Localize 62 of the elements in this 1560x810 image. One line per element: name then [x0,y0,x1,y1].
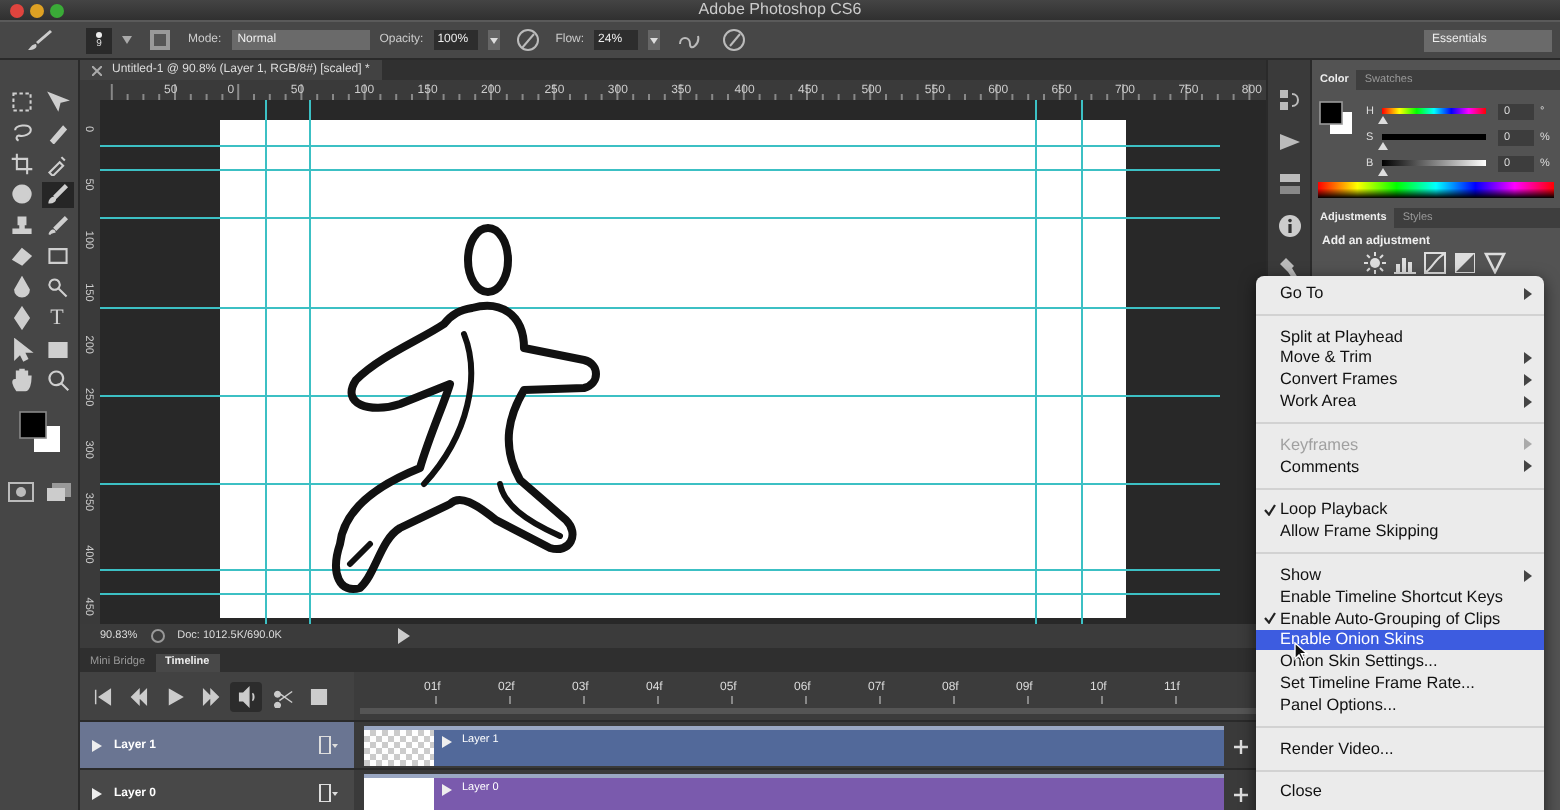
menu-item[interactable]: Comments [1256,455,1544,478]
quick-mask-icon[interactable] [7,482,33,502]
menu-item[interactable]: Work Area [1256,390,1544,412]
pressure-size-icon[interactable] [722,28,747,52]
document-canvas[interactable] [100,100,1266,624]
caret-icon[interactable] [487,30,500,50]
expand-icon[interactable] [442,784,452,796]
share-icon[interactable] [149,628,166,644]
menu-item[interactable]: Enable Timeline Shortcut Keys [1256,585,1544,608]
color-swatches-icon[interactable] [1318,100,1354,136]
film-strip-icon[interactable] [318,784,338,802]
menu-item[interactable]: Onion Skin Settings... [1256,650,1544,673]
menu-item[interactable]: Show [1256,564,1544,586]
submenu-arrow-icon [1524,287,1532,299]
film-strip-icon[interactable] [318,736,338,754]
slider-thumb[interactable] [1378,168,1388,176]
expand-icon[interactable] [92,787,102,799]
info-icon[interactable] [1277,214,1301,238]
checkmark-icon [1264,504,1276,517]
menu-item[interactable]: Convert Frames [1256,368,1544,391]
brush-icon[interactable] [22,28,58,52]
type-tool[interactable]: T [41,305,73,332]
menu-item[interactable]: Render Video... [1256,737,1544,760]
menu-item[interactable]: Split at Playhead [1256,325,1544,348]
play-icon[interactable] [1277,130,1301,154]
histogram-icon[interactable] [1394,252,1416,274]
curves-icon[interactable] [1424,252,1446,274]
checkmark-icon [1264,612,1276,625]
screen-mode-icon[interactable] [45,482,71,502]
tool-presets-icon[interactable] [1277,256,1301,280]
close-window-icon[interactable] [10,3,24,17]
caret-icon[interactable] [648,30,661,50]
brush-presets-icon[interactable] [1277,172,1301,196]
color-spectrum[interactable] [1318,182,1554,198]
close-icon[interactable] [92,65,102,75]
exposure-icon[interactable] [1454,252,1476,274]
speaker-icon[interactable] [230,681,262,711]
zoom-window-icon[interactable] [50,3,64,17]
slider-thumb[interactable] [1378,116,1388,124]
history-icon[interactable] [1277,88,1301,112]
color-swatches-icon[interactable] [17,410,61,454]
minimize-window-icon[interactable] [30,3,44,17]
window-title: Adobe Photoshop CS6 [698,0,862,20]
menu-item[interactable]: Allow Frame Skipping [1256,520,1544,543]
brush-panel-icon[interactable] [148,28,172,52]
menu-item[interactable]: Enable Auto-Grouping of Clips [1256,607,1544,630]
play-icon[interactable] [397,628,410,644]
slider-thumb[interactable] [1378,142,1388,150]
pressure-pen-icon[interactable] [515,28,540,52]
sun-icon[interactable] [1364,252,1386,274]
add-icon[interactable] [1234,787,1248,801]
menu-item[interactable]: Loop Playback [1256,499,1544,521]
menu-item[interactable]: Go To [1256,282,1544,304]
gradient-triangle-icon[interactable] [1484,252,1506,274]
add-icon[interactable] [1234,739,1248,753]
menu-item[interactable]: Close [1256,781,1544,803]
expand-icon[interactable] [92,739,102,751]
submenu-arrow-icon [1524,569,1532,582]
expand-icon[interactable] [442,736,452,748]
menu-item[interactable]: Enable Onion Skins [1256,629,1544,651]
brush-icon[interactable] [41,181,73,208]
menu-item[interactable]: Move & Trim [1256,347,1544,369]
